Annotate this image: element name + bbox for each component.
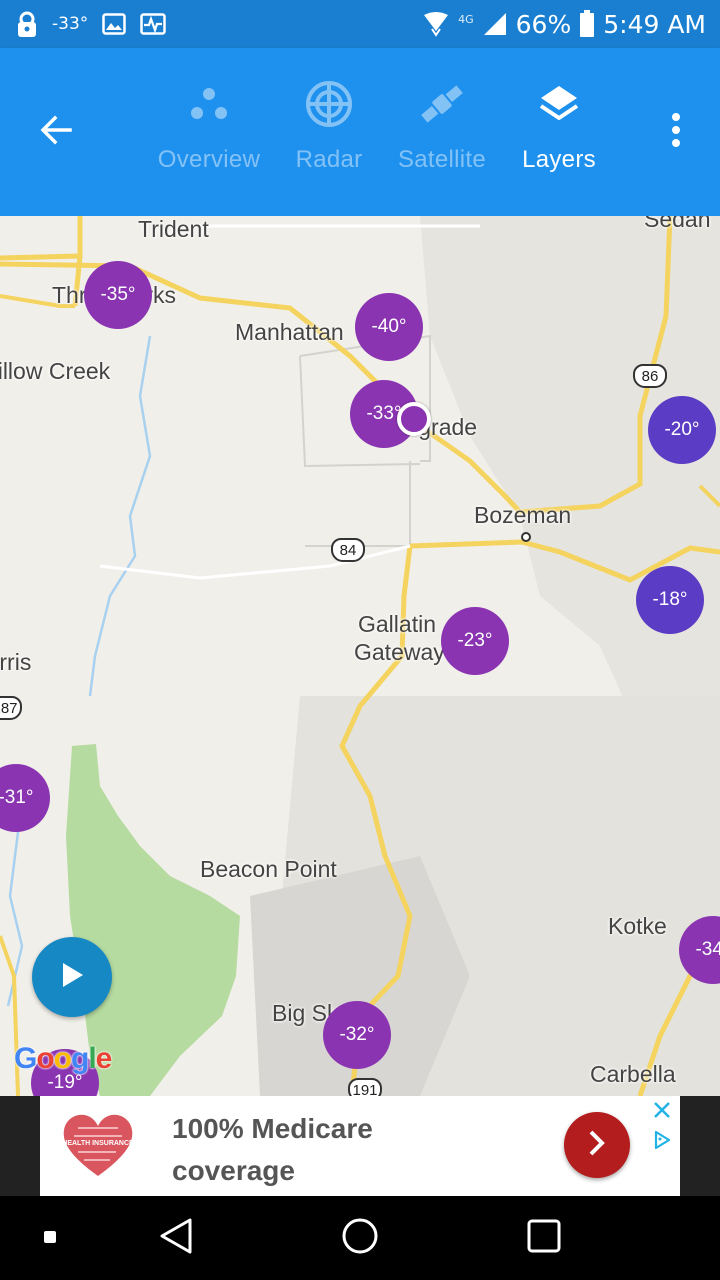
route-shield-86: 86	[633, 364, 667, 388]
radar-icon	[304, 76, 354, 132]
google-logo: Google	[14, 1042, 112, 1075]
place-trident: Trident	[138, 216, 209, 242]
pulse-icon	[140, 13, 167, 35]
back-triangle-icon	[158, 1217, 194, 1259]
temp-marker[interactable]: -18°	[636, 566, 704, 634]
tab-satellite-label: Satellite	[397, 146, 487, 173]
status-bar: -33° 4G 66% 5:49 AM	[0, 0, 720, 48]
layers-icon	[537, 76, 581, 132]
tab-layers-label: Layers	[522, 146, 596, 173]
close-icon	[653, 1101, 671, 1123]
ad-close-button[interactable]	[650, 1100, 674, 1124]
temp-marker[interactable]: -32°	[323, 1001, 391, 1069]
ad-go-button[interactable]	[564, 1112, 630, 1178]
place-norris: Norris	[0, 649, 32, 675]
ad-line-2: coverage	[172, 1155, 295, 1186]
tab-layers[interactable]: Layers	[489, 76, 629, 196]
current-location-marker	[397, 402, 431, 436]
home-circle-icon	[341, 1217, 379, 1259]
ad-banner[interactable]: HEALTH INSURANCE 100% Medicare coverage	[40, 1096, 680, 1196]
ad-heart-image: HEALTH INSURANCE	[60, 1110, 136, 1180]
satellite-icon	[417, 76, 467, 132]
chevron-right-icon	[586, 1129, 608, 1161]
place-gateway: Gateway	[354, 639, 445, 665]
play-icon	[59, 961, 85, 993]
clock: 5:49 AM	[603, 9, 706, 39]
ad-strip: HEALTH INSURANCE 100% Medicare coverage	[0, 1096, 720, 1196]
place-gallatin: Gallatin	[358, 611, 436, 637]
temp-marker[interactable]: -20°	[648, 396, 716, 464]
place-kotke: Kotke	[608, 913, 667, 939]
play-animation-button[interactable]	[32, 937, 112, 1017]
place-manhattan: Manhattan	[235, 319, 344, 345]
temp-marker[interactable]: -35°	[84, 261, 152, 329]
lock-icon	[16, 10, 38, 38]
recents-dot-button[interactable]	[28, 1216, 72, 1260]
overview-icon	[189, 76, 229, 132]
nav-back-button[interactable]	[154, 1216, 198, 1260]
more-vert-icon	[670, 112, 682, 152]
place-bozeman: Bozeman	[474, 502, 572, 528]
adchoices-icon	[652, 1130, 672, 1154]
ad-text: 100% Medicare coverage	[172, 1108, 552, 1192]
arrow-left-icon	[38, 112, 74, 152]
nav-home-button[interactable]	[338, 1216, 382, 1260]
tab-overview-label: Overview	[157, 146, 261, 173]
weather-map[interactable]: Trident Three Forks Manhattan Willow Cre…	[0, 216, 720, 1096]
ad-line-1: 100% Medicare	[172, 1113, 373, 1144]
network-type: 4G	[458, 12, 474, 26]
overview-square-icon	[526, 1218, 562, 1258]
ad-choices-button[interactable]	[650, 1130, 674, 1154]
back-button[interactable]	[32, 108, 80, 156]
tab-radar-label: Radar	[295, 146, 363, 173]
system-nav-bar	[0, 1196, 720, 1280]
temp-marker[interactable]: -40°	[355, 293, 423, 361]
route-shield-191: 191	[348, 1078, 382, 1096]
app-toolbar: Overview Radar Satellite Layers	[0, 48, 720, 216]
wifi-icon	[422, 11, 450, 37]
tab-overview[interactable]: Overview	[139, 76, 279, 196]
place-beacon-point: Beacon Point	[200, 856, 337, 882]
battery-percent: 66%	[515, 9, 572, 39]
place-sedan: Sedan	[644, 216, 711, 232]
route-shield-84: 84	[331, 538, 365, 562]
recents-dot-icon	[43, 1229, 57, 1248]
status-temperature: -33°	[52, 14, 89, 34]
place-willow-creek: Willow Creek	[0, 358, 111, 384]
signal-icon	[482, 12, 508, 36]
nav-overview-button[interactable]	[522, 1216, 566, 1260]
image-icon	[102, 13, 127, 35]
battery-icon	[579, 10, 595, 38]
temp-marker[interactable]: -23°	[441, 607, 509, 675]
ad-heart-text: HEALTH INSURANCE	[62, 1140, 134, 1147]
place-carbella: Carbella	[590, 1061, 676, 1087]
more-options-button[interactable]	[652, 108, 700, 156]
